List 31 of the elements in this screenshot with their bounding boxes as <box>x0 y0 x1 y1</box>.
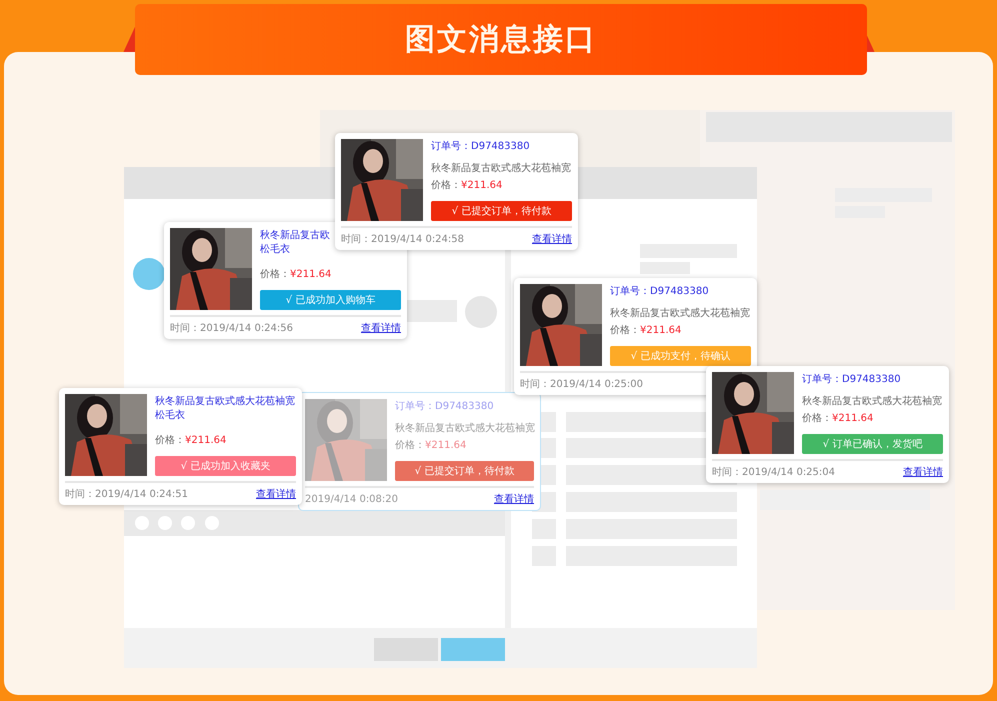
details-link[interactable]: 查看详情 <box>532 232 572 246</box>
product-title[interactable]: 秋冬新品复古欧 <box>260 229 330 243</box>
banner-title: 图文消息接口 <box>405 21 597 59</box>
product-name: 秋冬新品复古欧式感大花苞袖宽 <box>802 395 943 409</box>
status-button[interactable]: √ 已提交订单，待付款 <box>431 201 572 221</box>
product-name: 秋冬新品复古欧式感大花苞袖宽 <box>610 307 751 321</box>
product-title[interactable]: 松毛衣 <box>155 409 185 423</box>
details-link[interactable]: 查看详情 <box>494 492 534 506</box>
time-text: 时间：2019/4/14 0:24:56 <box>170 322 294 335</box>
details-link[interactable]: 查看详情 <box>256 487 296 501</box>
price-text: 价格：¥211.64 <box>260 268 332 282</box>
price-text: 价格：¥211.64 <box>395 438 468 453</box>
product-name: 秋冬新品复古欧式感大花苞袖宽 <box>395 422 534 436</box>
order-number: 订单号：D97483380 <box>431 140 531 154</box>
time-text: 时间：2019/4/14 0:24:58 <box>341 232 464 246</box>
details-link[interactable]: 查看详情 <box>361 321 401 335</box>
price-text: 价格：¥211.64 <box>431 178 504 193</box>
time-text: 时间：2019/4/14 0:25:04 <box>712 466 836 479</box>
order-number: 订单号：D97483380 <box>610 285 710 299</box>
order-number: 订单号：D97483380 <box>395 400 495 414</box>
price-text: 价格：¥211.64 <box>610 324 682 338</box>
price-text: 价格：¥211.64 <box>802 412 874 426</box>
product-title[interactable]: 秋冬新品复古欧式感大花苞袖宽 <box>155 395 295 409</box>
time-text: 时间：2019/4/14 0:25:00 <box>520 378 644 391</box>
price-text: 价格：¥211.64 <box>155 434 228 448</box>
time-text: 时间：2019/4/14 0:24:51 <box>65 488 188 501</box>
details-link[interactable]: 查看详情 <box>903 465 943 479</box>
order-number: 订单号：D97483380 <box>802 373 902 387</box>
product-name: 秋冬新品复古欧式感大花苞袖宽 <box>431 162 572 176</box>
product-title[interactable]: 松毛衣 <box>260 243 290 257</box>
time-text: 2019/4/14 0:08:20 <box>305 494 398 504</box>
